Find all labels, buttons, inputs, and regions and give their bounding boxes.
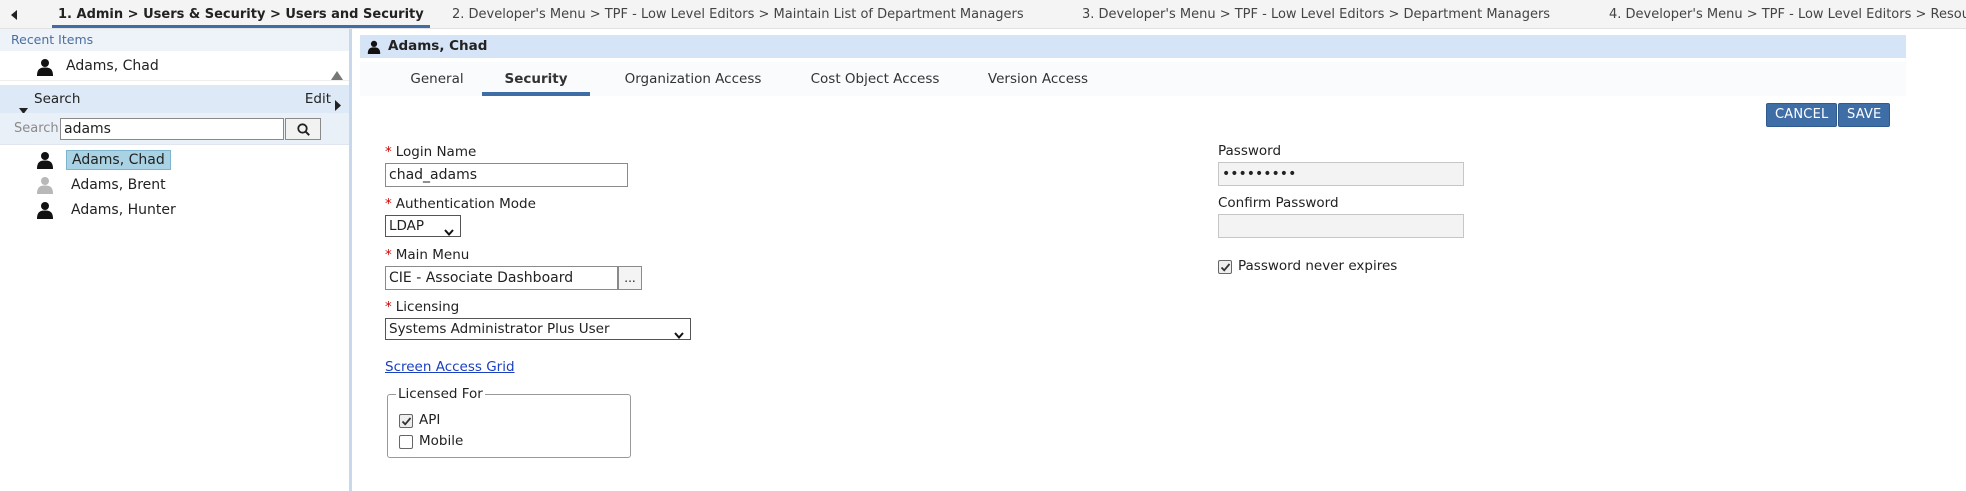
result-label: Adams, Brent bbox=[71, 177, 166, 193]
tab-security[interactable]: Security bbox=[482, 62, 590, 96]
tab-general[interactable]: General bbox=[392, 62, 482, 96]
person-icon bbox=[36, 57, 54, 87]
tab-version-access[interactable]: Version Access bbox=[973, 62, 1103, 96]
cancel-button[interactable]: CANCEL bbox=[1766, 103, 1838, 127]
person-icon bbox=[36, 201, 54, 228]
confirm-password-label: Confirm Password bbox=[1218, 195, 1339, 211]
chevron-left-icon[interactable] bbox=[8, 8, 20, 22]
checkbox-checked-icon[interactable] bbox=[1218, 260, 1232, 274]
record-tabs: General Security Organization Access Cos… bbox=[360, 62, 1906, 96]
licensed-for-legend: Licensed For bbox=[398, 386, 483, 402]
licensed-mobile-checkbox[interactable]: Mobile bbox=[399, 433, 479, 451]
save-button[interactable]: SAVE bbox=[1838, 103, 1891, 127]
chevron-down-icon bbox=[674, 325, 684, 345]
tab-cost-object-access[interactable]: Cost Object Access bbox=[795, 62, 955, 96]
breadcrumb-tab-3[interactable]: 3. Developer's Menu > TPF - Low Level Ed… bbox=[1076, 0, 1556, 28]
licensing-select[interactable]: Systems Administrator Plus User bbox=[385, 318, 691, 340]
search-header-label: Search bbox=[34, 91, 81, 107]
search-result-adams-brent[interactable]: Adams, Brent bbox=[0, 173, 349, 198]
search-section-header[interactable]: Search Edit bbox=[0, 85, 349, 114]
search-icon bbox=[296, 122, 310, 136]
main-content: Adams, Chad General Security Organizatio… bbox=[360, 29, 1966, 491]
breadcrumb-tab-strip: 1. Admin > Users & Security > Users and … bbox=[0, 0, 1966, 29]
record-header: Adams, Chad bbox=[360, 35, 1906, 58]
screen-access-grid-link[interactable]: Screen Access Grid bbox=[385, 359, 515, 375]
main-menu-picker-button[interactable]: ... bbox=[618, 266, 642, 290]
breadcrumb-tab-2[interactable]: 2. Developer's Menu > TPF - Low Level Ed… bbox=[446, 0, 1030, 28]
password-field[interactable]: ••••••••• bbox=[1218, 162, 1464, 186]
authentication-mode-select[interactable]: LDAP bbox=[385, 215, 461, 237]
checkbox-unchecked-icon[interactable] bbox=[399, 435, 413, 449]
confirm-password-field[interactable] bbox=[1218, 214, 1464, 238]
login-name-field[interactable]: chad_adams bbox=[385, 163, 628, 187]
checkbox-checked-icon[interactable] bbox=[399, 414, 413, 428]
search-row: Search bbox=[0, 113, 349, 145]
tab-organization-access[interactable]: Organization Access bbox=[608, 62, 778, 96]
edit-link[interactable]: Edit bbox=[305, 85, 331, 113]
licensed-api-checkbox[interactable]: API bbox=[399, 412, 479, 430]
search-result-adams-chad[interactable]: Adams, Chad bbox=[0, 148, 349, 173]
person-icon bbox=[367, 39, 381, 62]
password-label: Password bbox=[1218, 143, 1282, 159]
search-button[interactable] bbox=[285, 118, 321, 140]
login-name-label: * Login Name bbox=[385, 144, 477, 160]
search-result-adams-hunter[interactable]: Adams, Hunter bbox=[0, 198, 349, 223]
breadcrumb-tab-1[interactable]: 1. Admin > Users & Security > Users and … bbox=[52, 0, 430, 28]
recent-item[interactable]: Adams, Chad bbox=[0, 51, 349, 81]
result-label: Adams, Hunter bbox=[71, 202, 176, 218]
main-menu-label: * Main Menu bbox=[385, 247, 470, 263]
main-menu-field[interactable]: CIE - Associate Dashboard bbox=[385, 266, 618, 290]
recent-item-label: Adams, Chad bbox=[66, 58, 159, 74]
password-never-expires-checkbox[interactable]: Password never expires bbox=[1218, 258, 1438, 276]
recent-items-header: Recent Items bbox=[0, 29, 349, 51]
chevron-down-icon bbox=[444, 222, 454, 242]
breadcrumb-tab-4[interactable]: 4. Developer's Menu > TPF - Low Level Ed… bbox=[1603, 0, 1966, 28]
record-title: Adams, Chad bbox=[388, 38, 488, 54]
authentication-mode-label: * Authentication Mode bbox=[385, 196, 536, 212]
search-input[interactable] bbox=[60, 118, 284, 140]
licensing-label: * Licensing bbox=[385, 299, 460, 315]
result-label: Adams, Chad bbox=[66, 150, 171, 170]
search-label: Search bbox=[14, 121, 59, 136]
left-panel: Recent Items Adams, Chad Search Edit Sea… bbox=[0, 29, 352, 491]
search-results-list: Adams, Chad Adams, Brent Adams, Hunter bbox=[0, 145, 349, 223]
